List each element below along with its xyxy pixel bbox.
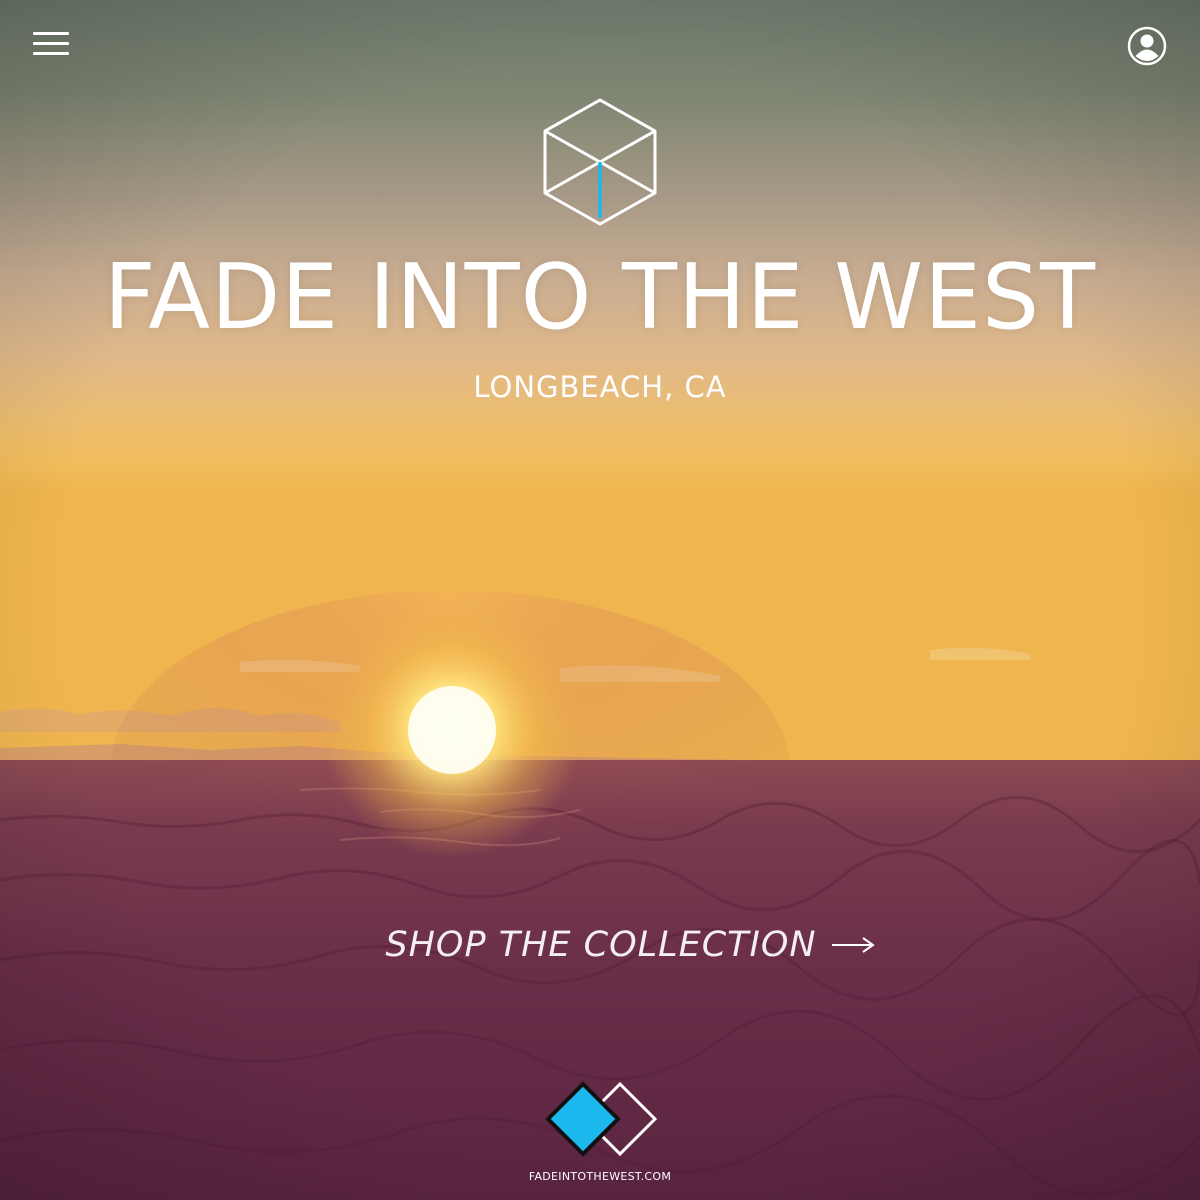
account-button[interactable] [1126, 25, 1168, 67]
brand-location: LONGBEACH, CA [473, 370, 727, 404]
hamburger-menu-icon-bar [33, 52, 69, 55]
menu-button[interactable] [30, 28, 72, 60]
hamburger-menu-icon-bar [33, 32, 69, 35]
footer-website-link[interactable]: FADEINTOTHEWEST.COM [0, 1170, 1200, 1183]
double-diamond-icon[interactable] [544, 1080, 660, 1158]
long-arrow-right-icon [831, 937, 875, 953]
shop-collection-label: SHOP THE COLLECTION [385, 925, 817, 965]
brand-title: FADE INTO THE WEST [103, 245, 1097, 350]
hamburger-menu-icon-bar [33, 42, 69, 45]
user-account-icon [1127, 26, 1167, 66]
wireframe-cube-icon [543, 98, 657, 226]
shop-collection-link[interactable]: SHOP THE COLLECTION [360, 918, 900, 972]
